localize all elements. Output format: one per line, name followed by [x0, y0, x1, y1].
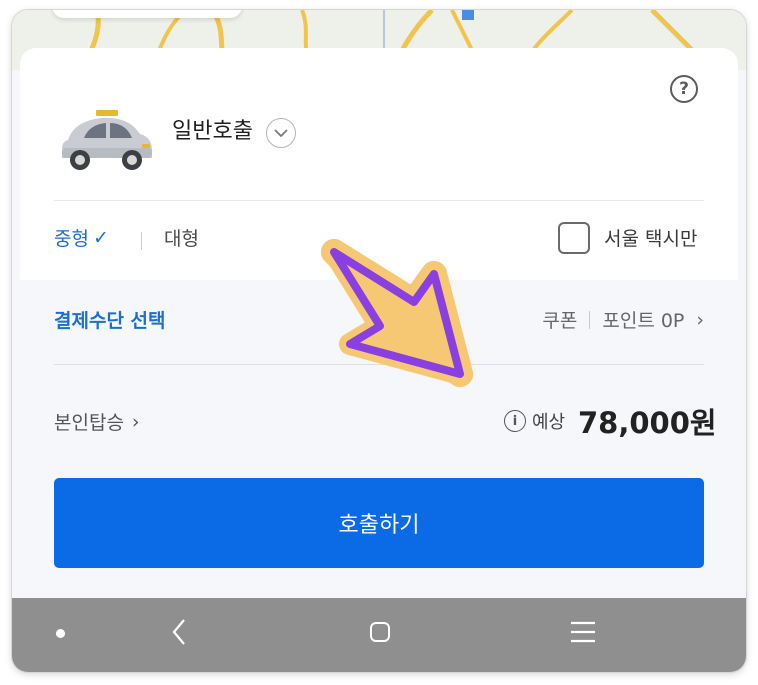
fare-label: 예상 [532, 412, 566, 433]
nav-dot-icon [56, 629, 65, 638]
divider [141, 232, 142, 250]
map-overlay-card [52, 10, 242, 18]
self-ride-label: 본인탑승 [54, 412, 124, 434]
help-icon[interactable]: ? [670, 75, 698, 103]
tab-mid-size-label: 중형 [54, 228, 89, 250]
call-button[interactable]: 호출하기 [54, 478, 704, 568]
seoul-only-label[interactable]: 서울 택시만 [604, 224, 697, 251]
divider [589, 310, 591, 329]
check-icon: ✓ [92, 226, 109, 249]
points-label: 포인트 0P [602, 310, 685, 332]
coupon-label: 쿠폰 [542, 310, 578, 332]
tab-mid-size[interactable]: 중형 ✓ [54, 224, 109, 251]
tab-large-size[interactable]: 대형 [164, 224, 199, 251]
divider [54, 200, 704, 201]
service-title[interactable]: 일반호출 [172, 116, 253, 148]
recent-apps-icon[interactable] [569, 620, 597, 644]
chevron-right-icon: › [131, 410, 140, 433]
taxi-icon [62, 110, 152, 170]
chevron-down-icon[interactable] [266, 118, 296, 148]
chevron-right-icon: › [696, 308, 704, 331]
home-icon[interactable] [370, 622, 390, 642]
back-icon[interactable] [170, 618, 188, 646]
system-nav-bar [12, 598, 746, 672]
payment-method-select[interactable]: 결제수단 선택 [54, 306, 166, 333]
self-ride-link[interactable]: 본인탑승 › [54, 408, 140, 435]
seoul-only-checkbox[interactable] [558, 222, 590, 254]
annotation-arrow [321, 239, 473, 387]
coupon-points-link[interactable]: 쿠폰 포인트 0P › [542, 306, 704, 333]
fare-amount: 78,000원 [578, 406, 717, 440]
